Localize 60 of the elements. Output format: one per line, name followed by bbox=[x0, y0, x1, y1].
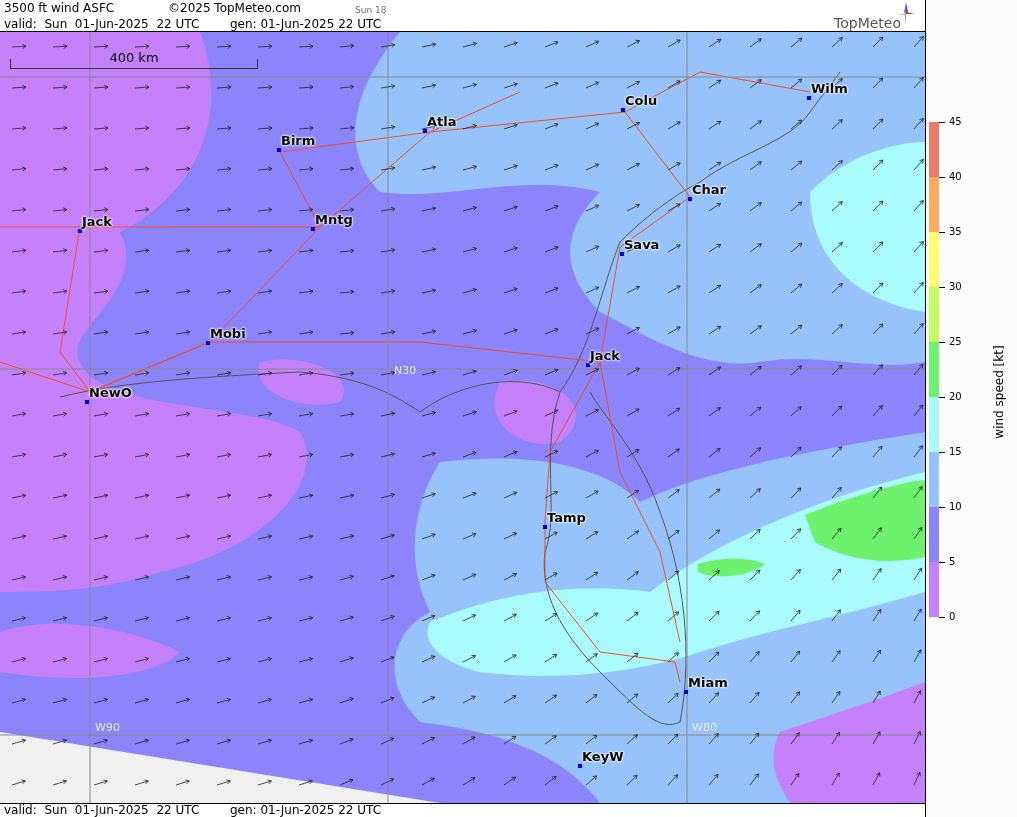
city-marker bbox=[311, 227, 315, 231]
valid-time: valid: Sun 01-Jun-2025 22 UTC bbox=[4, 17, 200, 31]
city-marker bbox=[684, 690, 688, 694]
tick-mark bbox=[939, 121, 945, 123]
city-marker bbox=[620, 252, 624, 256]
tick-label: 5 bbox=[949, 556, 956, 568]
tick-label: 10 bbox=[949, 501, 962, 513]
tick-mark bbox=[939, 231, 945, 233]
logo-text: TopMeteo bbox=[834, 16, 901, 30]
city-label: Mntg bbox=[315, 212, 353, 227]
run-label: Sun 18 bbox=[355, 4, 387, 17]
city-label: Jack bbox=[82, 214, 112, 229]
tick-label: 25 bbox=[949, 336, 962, 348]
generated-time: gen: 01-Jun-2025 22 UTC bbox=[230, 17, 382, 31]
tick-label: 0 bbox=[949, 611, 956, 623]
city-marker bbox=[423, 129, 427, 133]
copyright-text: ©2025 TopMeteo.com bbox=[168, 1, 301, 15]
generated-time: gen: 01-Jun-2025 22 UTC bbox=[230, 804, 382, 817]
city-marker bbox=[277, 148, 281, 152]
city-label: Sava bbox=[624, 237, 660, 252]
city-label: Char bbox=[692, 182, 726, 197]
grid-label: N30 bbox=[394, 365, 417, 377]
city-label: KeyW bbox=[582, 749, 624, 764]
tick-mark bbox=[939, 561, 945, 563]
city-marker bbox=[688, 197, 692, 201]
city-label: Miam bbox=[688, 675, 728, 690]
city-label: Wilm bbox=[811, 81, 848, 96]
legend-title: wind speed [kt] bbox=[991, 345, 1007, 439]
city-marker bbox=[578, 764, 582, 768]
tick-mark bbox=[939, 616, 945, 618]
tick-label: 45 bbox=[949, 116, 962, 128]
tick-mark bbox=[939, 341, 945, 343]
city-label: NewO bbox=[89, 385, 132, 400]
city-label: Mobi bbox=[210, 326, 246, 341]
tick-label: 40 bbox=[949, 171, 962, 183]
grid-label: W80 bbox=[692, 722, 717, 734]
tick-label: 20 bbox=[949, 391, 962, 403]
city-marker bbox=[78, 229, 82, 233]
city-label: Tamp bbox=[547, 510, 586, 525]
city-label: Jack bbox=[590, 348, 620, 363]
tick-mark bbox=[939, 286, 945, 288]
scale-label: 400 km bbox=[107, 51, 161, 65]
city-marker bbox=[543, 525, 547, 529]
tick-mark bbox=[939, 451, 945, 453]
tick-mark bbox=[939, 506, 945, 508]
city-marker bbox=[206, 341, 210, 345]
grid-label: W90 bbox=[95, 722, 120, 734]
tick-mark bbox=[939, 396, 945, 398]
city-marker bbox=[807, 96, 811, 100]
city-marker bbox=[621, 108, 625, 112]
map-title: 3500 ft wind ASFC bbox=[4, 1, 115, 15]
tick-label: 15 bbox=[949, 446, 962, 458]
tick-label: 35 bbox=[949, 226, 962, 238]
tick-label: 30 bbox=[949, 281, 962, 293]
city-label: Birm bbox=[281, 133, 316, 148]
tick-mark bbox=[939, 176, 945, 178]
city-label: Atla bbox=[427, 114, 457, 129]
city-marker bbox=[586, 363, 590, 367]
valid-time: valid: Sun 01-Jun-2025 22 UTC bbox=[4, 804, 200, 817]
city-marker bbox=[85, 400, 89, 404]
